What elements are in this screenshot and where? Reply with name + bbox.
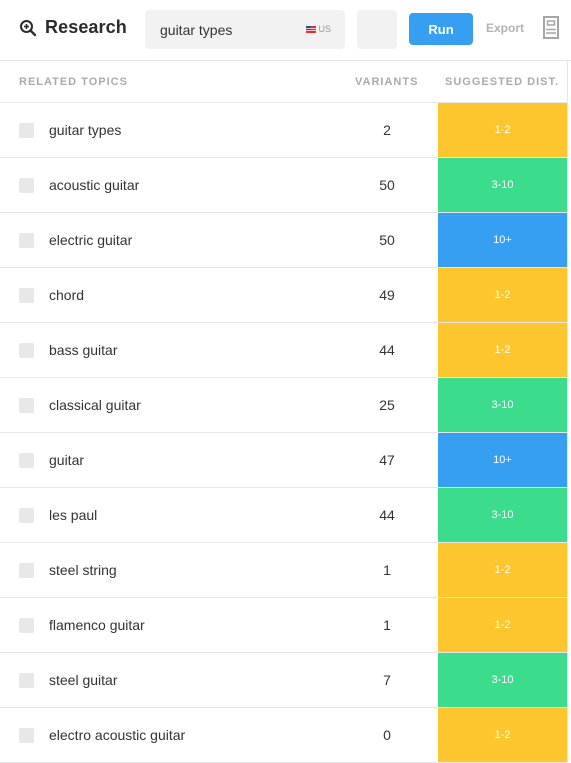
variants-count: 1 bbox=[383, 562, 391, 578]
locale-selector[interactable]: US bbox=[306, 24, 331, 34]
row-checkbox[interactable] bbox=[19, 728, 34, 743]
variants-count: 25 bbox=[379, 397, 395, 413]
topic-name: classical guitar bbox=[49, 397, 141, 413]
document-icon[interactable] bbox=[543, 16, 559, 39]
suggested-dist-badge: 3-10 bbox=[438, 653, 567, 707]
topic-name: guitar types bbox=[49, 122, 122, 138]
suggested-dist-badge: 1-2 bbox=[438, 103, 567, 157]
row-checkbox[interactable] bbox=[19, 618, 34, 633]
variants-count: 7 bbox=[383, 672, 391, 688]
topic-name: electric guitar bbox=[49, 232, 133, 248]
topic-name: electro acoustic guitar bbox=[49, 727, 186, 743]
topic-name: steel guitar bbox=[49, 672, 118, 688]
table-row[interactable]: steel guitar 7 3-10 bbox=[0, 653, 567, 708]
suggested-dist-badge: 10+ bbox=[438, 433, 567, 487]
suggested-dist-badge: 1-2 bbox=[438, 543, 567, 597]
column-header-variants[interactable]: VARIANTS bbox=[355, 76, 418, 88]
variants-count: 47 bbox=[379, 452, 395, 468]
topic-name: acoustic guitar bbox=[49, 177, 140, 193]
topic-name: steel string bbox=[49, 562, 117, 578]
brand: Research bbox=[19, 17, 127, 38]
table-row[interactable]: acoustic guitar 50 3-10 bbox=[0, 158, 567, 213]
row-checkbox[interactable] bbox=[19, 453, 34, 468]
variants-count: 1 bbox=[383, 617, 391, 633]
row-checkbox[interactable] bbox=[19, 563, 34, 578]
variants-count: 0 bbox=[383, 727, 391, 743]
variants-count: 44 bbox=[379, 342, 395, 358]
row-checkbox[interactable] bbox=[19, 398, 34, 413]
zoom-in-search-icon bbox=[19, 19, 37, 37]
suggested-dist-badge: 3-10 bbox=[438, 488, 567, 542]
topics-table: RELATED TOPICS VARIANTS SUGGESTED DIST. … bbox=[0, 61, 568, 763]
table-row[interactable]: electro acoustic guitar 0 1-2 bbox=[0, 708, 567, 763]
topic-name: les paul bbox=[49, 507, 98, 523]
variants-count: 2 bbox=[383, 122, 391, 138]
topic-name: chord bbox=[49, 287, 85, 303]
table-row[interactable]: electric guitar 50 10+ bbox=[0, 213, 567, 268]
suggested-dist-badge: 1-2 bbox=[438, 708, 567, 762]
table-row[interactable]: flamenco guitar 1 1-2 bbox=[0, 598, 567, 653]
variants-count: 49 bbox=[379, 287, 395, 303]
table-row[interactable]: steel string 1 1-2 bbox=[0, 543, 567, 598]
table-row[interactable]: guitar types 2 1-2 bbox=[0, 103, 567, 158]
app-header: Research US Run Export bbox=[0, 0, 571, 61]
row-checkbox[interactable] bbox=[19, 233, 34, 248]
suggested-dist-badge: 1-2 bbox=[438, 598, 567, 652]
row-checkbox[interactable] bbox=[19, 343, 34, 358]
topic-name: guitar bbox=[49, 452, 85, 468]
suggested-dist-badge: 3-10 bbox=[438, 378, 567, 432]
topic-name: bass guitar bbox=[49, 342, 118, 358]
row-checkbox[interactable] bbox=[19, 508, 34, 523]
suggested-dist-badge: 3-10 bbox=[438, 158, 567, 212]
variants-count: 50 bbox=[379, 232, 395, 248]
variants-count: 44 bbox=[379, 507, 395, 523]
table-row[interactable]: bass guitar 44 1-2 bbox=[0, 323, 567, 378]
variants-count: 50 bbox=[379, 177, 395, 193]
table-row[interactable]: chord 49 1-2 bbox=[0, 268, 567, 323]
table-row[interactable]: classical guitar 25 3-10 bbox=[0, 378, 567, 433]
run-button[interactable]: Run bbox=[409, 13, 473, 45]
suggested-dist-badge: 10+ bbox=[438, 213, 567, 267]
table-header: RELATED TOPICS VARIANTS SUGGESTED DIST. bbox=[0, 61, 567, 103]
table-row[interactable]: guitar 47 10+ bbox=[0, 433, 567, 488]
column-header-dist[interactable]: SUGGESTED DIST. bbox=[445, 76, 559, 88]
page-title: Research bbox=[45, 17, 127, 37]
row-checkbox[interactable] bbox=[19, 673, 34, 688]
export-button[interactable]: Export bbox=[486, 21, 524, 35]
row-checkbox[interactable] bbox=[19, 123, 34, 138]
suggested-dist-badge: 1-2 bbox=[438, 323, 567, 377]
topic-name: flamenco guitar bbox=[49, 617, 145, 633]
locale-label: US bbox=[318, 24, 331, 34]
column-header-topics[interactable]: RELATED TOPICS bbox=[19, 76, 128, 88]
row-checkbox[interactable] bbox=[19, 288, 34, 303]
row-checkbox[interactable] bbox=[19, 178, 34, 193]
suggested-dist-badge: 1-2 bbox=[438, 268, 567, 322]
table-body: guitar types 2 1-2 acoustic guitar 50 3-10 ele… bbox=[0, 103, 567, 763]
options-button[interactable] bbox=[357, 10, 397, 49]
us-flag-icon bbox=[306, 25, 317, 33]
table-row[interactable]: les paul 44 3-10 bbox=[0, 488, 567, 543]
search-box[interactable]: US bbox=[145, 10, 345, 49]
search-input[interactable] bbox=[160, 21, 300, 38]
